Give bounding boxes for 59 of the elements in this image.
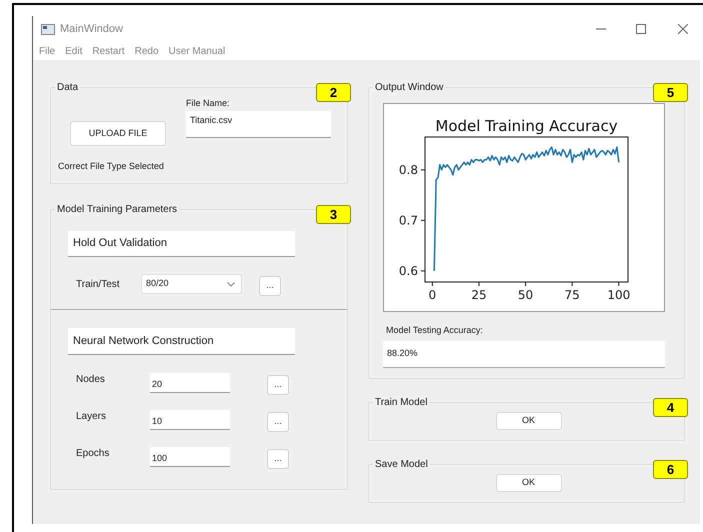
field-label: Epochs [75, 447, 110, 461]
x-tick-label: 75 [564, 288, 580, 302]
group-title: Model Training Parameters [56, 203, 178, 217]
accuracy-field: 88.20% [383, 340, 665, 368]
menu-item[interactable]: Edit [65, 44, 82, 58]
y-tick: 0.6 [398, 264, 426, 278]
file-name-field[interactable]: Titanic.csv [186, 111, 331, 138]
more-button[interactable]: ... [267, 412, 289, 432]
y-tick-label: 0.6 [398, 264, 418, 278]
menu-item[interactable]: Redo [134, 44, 158, 58]
group-title: Save Model [374, 458, 429, 472]
more-button[interactable]: ... [259, 276, 281, 296]
y-tick: 0.8 [398, 162, 426, 177]
menu-item[interactable]: User Manual [168, 44, 226, 58]
group-title: Output Window [374, 81, 444, 95]
menu-item[interactable]: File [39, 44, 56, 58]
field-label: Train/Test [75, 278, 121, 292]
section-heading-field: Hold Out Validation [68, 231, 295, 257]
window-icon [41, 24, 55, 34]
number-badge: 5 [653, 83, 688, 102]
number-field[interactable]: 100 [150, 447, 230, 467]
x-tick-label: 0 [428, 288, 436, 302]
ok-button[interactable]: OK [496, 474, 562, 492]
maximize-icon[interactable] [636, 24, 646, 34]
number-badge: 3 [316, 205, 351, 224]
number-field[interactable]: 10 [150, 410, 230, 430]
x-tick-label: 100 [607, 288, 630, 302]
x-tick: 25 [471, 282, 487, 302]
x-tick-label: 50 [518, 288, 534, 302]
group-title: Train Model [374, 396, 428, 410]
x-tick: 75 [564, 282, 580, 302]
file-status-text: Correct File Type Selected [58, 160, 165, 173]
y-tick-label: 0.7 [398, 213, 418, 228]
group-title: Data [56, 81, 80, 95]
x-tick: 50 [518, 282, 534, 302]
x-tick: 100 [607, 282, 630, 302]
train-test-dropdown[interactable]: 80/20 [141, 274, 242, 294]
ok-button[interactable]: OK [496, 412, 562, 430]
chart-title: Model Training Accuracy [435, 117, 618, 135]
chevron-down-icon [227, 282, 235, 286]
close-icon[interactable] [678, 24, 688, 34]
number-field[interactable]: 20 [150, 373, 230, 393]
y-tick: 0.7 [398, 213, 426, 228]
x-tick: 0 [428, 282, 436, 302]
accuracy-label: Model Testing Accuracy: [386, 324, 484, 337]
field-label: Layers [75, 410, 108, 424]
number-badge: 2 [316, 83, 351, 102]
window-title: MainWindow [60, 22, 123, 37]
field-label: Nodes [75, 373, 106, 387]
upload-file-button[interactable]: UPLOAD FILE [70, 121, 166, 146]
number-badge: 4 [653, 398, 688, 417]
number-badge: 6 [653, 460, 688, 479]
more-button[interactable]: ... [267, 448, 289, 468]
file-name-label: File Name: [186, 97, 231, 110]
menu-item[interactable]: Restart [92, 44, 125, 58]
y-tick-label: 0.8 [398, 162, 418, 177]
section-heading-field: Neural Network Construction [68, 328, 295, 355]
more-button[interactable]: ... [267, 374, 289, 394]
x-tick-label: 25 [471, 288, 487, 302]
